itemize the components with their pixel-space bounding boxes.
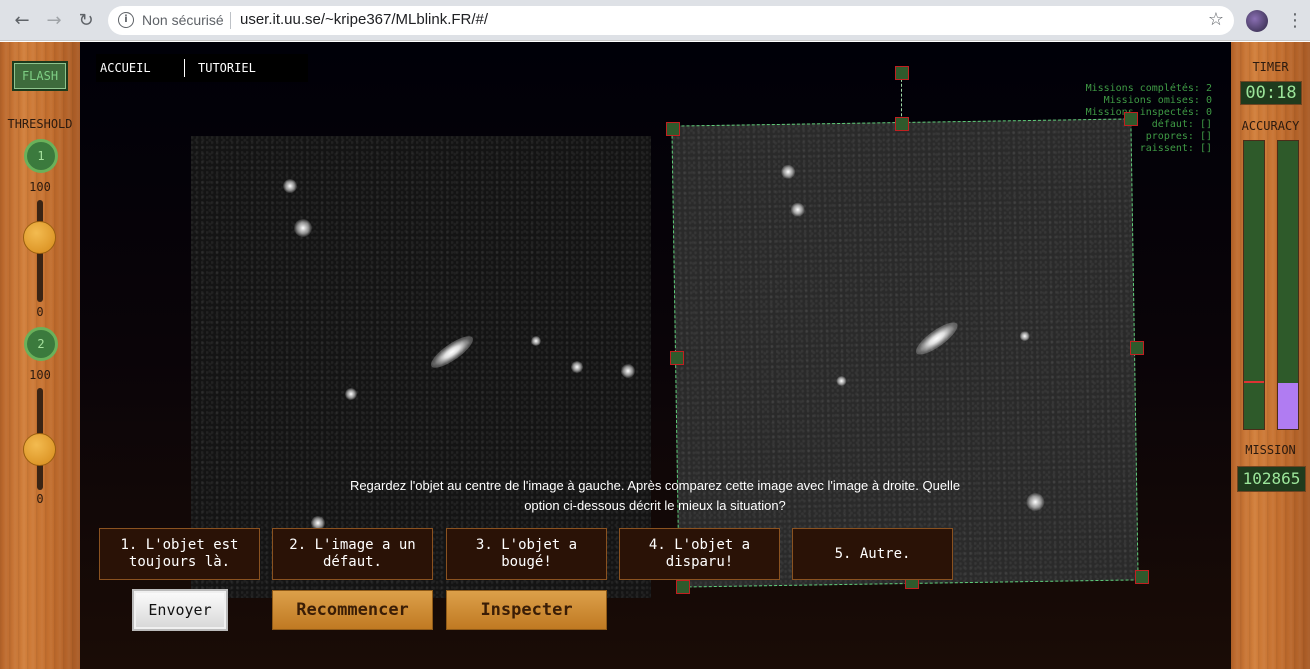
star <box>1019 331 1030 342</box>
slider2-thumb[interactable] <box>23 433 56 466</box>
option-object-disappeared[interactable]: 4. L'objet a disparu! <box>619 528 780 580</box>
option-image-defect[interactable]: 2. L'image a un défaut. <box>272 528 433 580</box>
star <box>294 219 312 237</box>
reload-icon[interactable]: ↻ <box>74 9 98 33</box>
star <box>283 179 297 193</box>
nav-divider <box>184 59 185 77</box>
star <box>345 388 357 400</box>
address-bar[interactable]: i Non sécurisé user.it.uu.se/~kripe367/M… <box>108 6 1234 35</box>
mission-label: MISSION <box>1245 443 1296 457</box>
accuracy-marker <box>1244 381 1264 383</box>
comparison-image[interactable] <box>671 118 1139 588</box>
option-label: 5. Autre. <box>834 545 911 562</box>
resize-handle-bottom-left[interactable] <box>676 580 690 594</box>
game-page: FLASH THRESHOLD 1 100 0 2 100 0 TIMER AC… <box>0 42 1310 669</box>
stat-line: Missions omises: 0 <box>1103 95 1212 106</box>
option-label: défaut. <box>322 554 382 570</box>
browser-menu-icon[interactable]: ⋮ <box>1286 9 1304 33</box>
resize-handle-top[interactable] <box>895 117 909 131</box>
stat-line: Missions inspectés: 0 <box>1085 107 1212 118</box>
forward-arrow-icon[interactable]: → <box>42 9 66 33</box>
accuracy-label: ACCURACY <box>1241 119 1300 133</box>
option-label: 3. L'objet a <box>475 537 578 553</box>
info-icon[interactable]: i <box>118 12 134 28</box>
accuracy-bar-right <box>1277 140 1299 430</box>
option-label: toujours là. <box>128 554 231 570</box>
slider1-max-label: 100 <box>29 180 51 194</box>
back-arrow-icon[interactable]: ← <box>10 9 34 33</box>
slider1-number-badge: 1 <box>24 139 58 173</box>
accuracy-bar-left <box>1243 140 1265 430</box>
mission-display: 102865 <box>1237 466 1306 492</box>
slider1-min-label: 0 <box>36 305 44 319</box>
profile-avatar[interactable] <box>1246 10 1268 32</box>
image-noise <box>672 119 1138 587</box>
resize-handle-right[interactable] <box>1130 341 1144 355</box>
star <box>571 361 583 373</box>
timer-label: TIMER <box>1252 60 1289 74</box>
question-text: Regardez l'objet au centre de l'image à … <box>330 476 980 516</box>
rotate-handle[interactable] <box>895 66 909 80</box>
restart-button[interactable]: Recommencer <box>272 590 433 630</box>
inspect-button[interactable]: Inspecter <box>446 590 607 630</box>
top-nav: ACCUEIL TUTORIEL <box>96 54 308 82</box>
resize-handle-top-left[interactable] <box>666 122 680 136</box>
resize-handle-top-right[interactable] <box>1124 112 1138 126</box>
star <box>836 375 847 387</box>
slider2-min-label: 0 <box>36 492 44 506</box>
question-line: option ci-dessous décrit le mieux la sit… <box>524 498 786 513</box>
bookmark-star-icon[interactable]: ☆ <box>1208 9 1224 30</box>
security-status: Non sécurisé <box>142 12 224 28</box>
stat-line: Missions complétés: 2 <box>1085 83 1212 94</box>
slider2-number-badge: 2 <box>24 327 58 361</box>
star <box>621 364 635 378</box>
option-label: 4. L'objet a <box>648 537 751 553</box>
left-control-panel: FLASH THRESHOLD 1 100 0 2 100 0 <box>0 42 80 669</box>
star <box>531 336 541 346</box>
timer-display: 00:18 <box>1240 81 1302 105</box>
resize-handle-bottom-right[interactable] <box>1135 570 1149 584</box>
resize-handle-left[interactable] <box>670 351 684 365</box>
browser-toolbar: ← → ↻ i Non sécurisé user.it.uu.se/~krip… <box>0 0 1310 41</box>
option-object-moved[interactable]: 3. L'objet a bougé! <box>446 528 607 580</box>
threshold-label: THRESHOLD <box>7 117 73 131</box>
option-label: bougé! <box>501 554 552 570</box>
slider1-thumb[interactable] <box>23 221 56 254</box>
omnibox-divider <box>230 12 231 29</box>
question-line: Regardez l'objet au centre de l'image à … <box>349 478 961 493</box>
accuracy-bar-fill <box>1278 382 1298 429</box>
send-button[interactable]: Envoyer <box>134 591 226 629</box>
option-label: disparu! <box>665 554 734 570</box>
option-other[interactable]: 5. Autre. <box>792 528 953 580</box>
option-label: 1. L'objet est <box>120 537 239 553</box>
option-label: 2. L'image a un <box>289 537 416 553</box>
flash-button[interactable]: FLASH <box>12 61 68 91</box>
option-still-there[interactable]: 1. L'objet est toujours là. <box>99 528 260 580</box>
slider2-max-label: 100 <box>29 368 51 382</box>
main-area: ACCUEIL TUTORIEL Missions complétés: 2 M… <box>80 42 1231 669</box>
url-text[interactable]: user.it.uu.se/~kripe367/MLblink.FR/#/ <box>240 11 488 28</box>
nav-home-link[interactable]: ACCUEIL <box>100 61 151 75</box>
nav-tutorial-link[interactable]: TUTORIEL <box>198 61 256 75</box>
